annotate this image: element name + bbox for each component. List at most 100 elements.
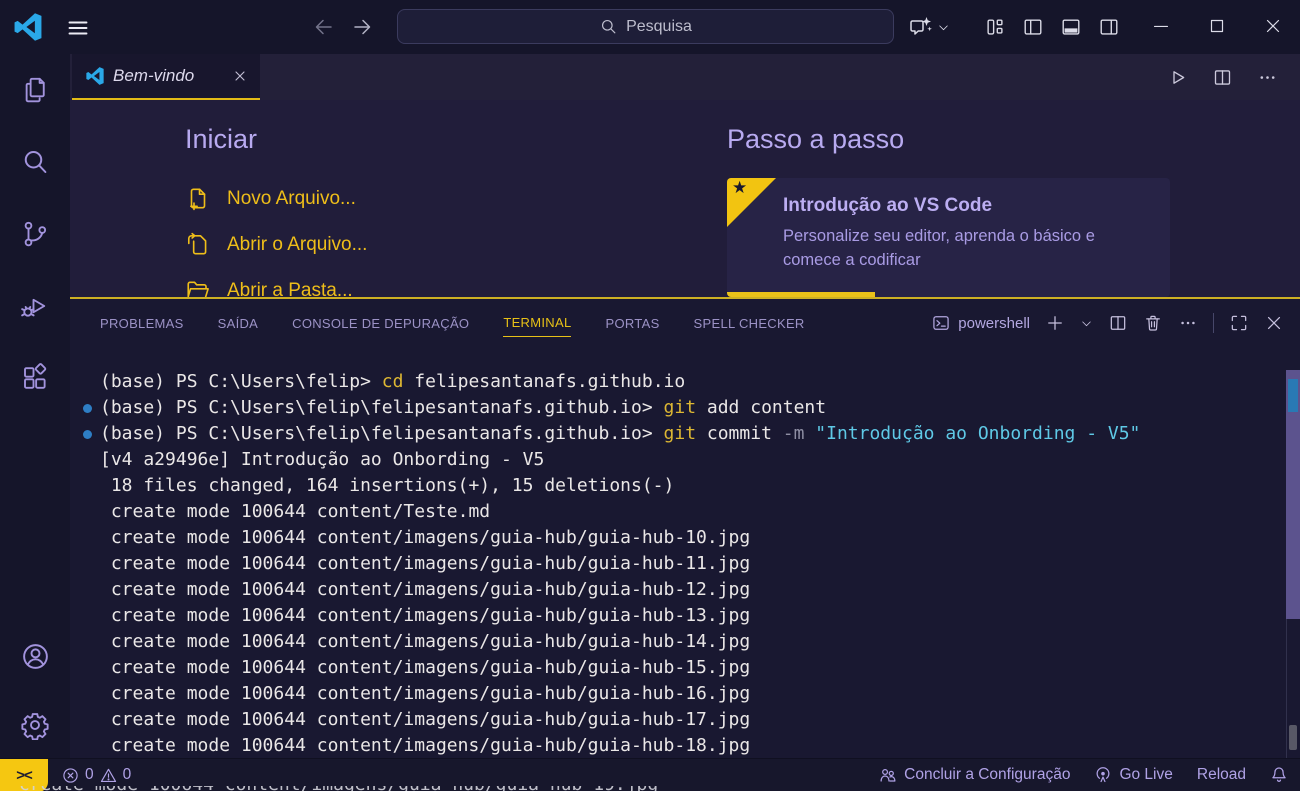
warnings-icon — [100, 767, 117, 784]
start-link-label: Abrir a Pasta... — [227, 280, 353, 297]
toggle-primary-sidebar-icon[interactable] — [1022, 16, 1044, 38]
start-link-label: Abrir o Arquivo... — [227, 234, 367, 256]
terminal-text-segment: create mode 100644 content/Teste.md — [100, 501, 490, 522]
secondary-scrollbar-thumb[interactable] — [1289, 725, 1297, 750]
terminal-line: (base) PS C:\Users\felip\felipesantanafs… — [100, 395, 1300, 421]
more-actions-icon[interactable] — [1257, 67, 1278, 88]
source-control-icon[interactable] — [0, 198, 70, 270]
terminal-line: create mode 100644 content/imagens/guia-… — [100, 551, 1300, 577]
title-bar: Pesquisa — [0, 0, 1300, 54]
maximize-panel-icon[interactable] — [1229, 313, 1249, 333]
problems-status[interactable]: 0 0 — [62, 766, 131, 784]
terminal-text-segment: cd — [382, 371, 404, 392]
clipped-terminal-line: create mode 100644 content/imagens/guia-… — [8, 786, 768, 791]
broadcast-icon — [1094, 766, 1112, 784]
tab-bem-vindo[interactable]: Bem-vindo — [72, 54, 260, 100]
featured-ribbon: ★ — [727, 178, 776, 227]
kill-terminal-trash-icon[interactable] — [1143, 313, 1163, 333]
command-decoration-dot[interactable] — [83, 404, 92, 413]
terminal-line: (base) PS C:\Users\felip> cd felipesanta… — [100, 369, 1300, 395]
start-link-label: Novo Arquivo... — [227, 188, 356, 210]
notifications-bell-icon[interactable] — [1270, 766, 1288, 784]
close-panel-icon[interactable] — [1264, 313, 1284, 333]
start-links: Novo Arquivo... Abrir o Arquivo... Abrir… — [185, 176, 367, 297]
open-file-link[interactable]: Abrir o Arquivo... — [185, 222, 367, 268]
organization-icon — [879, 766, 897, 784]
panel-more-actions-icon[interactable] — [1178, 313, 1198, 333]
reload-button[interactable]: Reload — [1197, 766, 1246, 784]
panel-tab-saida[interactable]: SAÍDA — [218, 310, 259, 337]
terminal-output[interactable]: (base) PS C:\Users\felip> cd felipesanta… — [70, 347, 1300, 758]
finish-setup-label: Concluir a Configuração — [904, 766, 1070, 784]
run-file-icon[interactable] — [1167, 67, 1188, 88]
terminal-line: create mode 100644 content/imagens/guia-… — [100, 707, 1300, 733]
terminal-text-segment: create mode 100644 content/imagens/guia-… — [100, 579, 750, 600]
terminal-line: create mode 100644 content/imagens/guia-… — [100, 603, 1300, 629]
editor-tab-bar: Bem-vindo — [70, 54, 1300, 100]
terminal-text-segment: create mode 100644 content/imagens/guia-… — [100, 527, 750, 548]
errors-icon — [62, 767, 79, 784]
terminal-text-segment: commit — [696, 423, 783, 444]
extensions-icon[interactable] — [0, 342, 70, 414]
toggle-secondary-sidebar-icon[interactable] — [1098, 16, 1120, 38]
terminal-text-segment: "Introdução ao Onbording - V5" — [815, 423, 1140, 444]
panel-header: PROBLEMAS SAÍDA CONSOLE DE DEPURAÇÃO TER… — [70, 299, 1300, 347]
back-icon[interactable] — [312, 15, 336, 39]
welcome-page: Iniciar Novo Arquivo... Abrir o Arquivo.… — [70, 100, 1300, 297]
panel-tab-console-de-depuracao[interactable]: CONSOLE DE DEPURAÇÃO — [292, 310, 469, 337]
panel-tab-terminal[interactable]: TERMINAL — [503, 309, 571, 337]
panel-tab-portas[interactable]: PORTAS — [605, 310, 659, 337]
walkthrough-card-description: Personalize seu editor, aprenda o básico… — [783, 224, 1153, 272]
account-icon[interactable] — [0, 620, 70, 692]
reload-label: Reload — [1197, 766, 1246, 784]
split-editor-icon[interactable] — [1212, 67, 1233, 88]
chevron-down-icon[interactable] — [937, 21, 950, 34]
terminal-icon — [931, 313, 951, 333]
terminal-text-segment: (base) PS C:\Users\felip\felipesantanafs… — [100, 423, 664, 444]
start-section-title: Iniciar — [185, 124, 257, 155]
terminal-text-segment — [804, 423, 815, 444]
close-window-button[interactable] — [1262, 15, 1284, 37]
walkthrough-card[interactable]: ★ Introdução ao VS Code Personalize seu … — [727, 178, 1170, 297]
open-folder-icon — [185, 278, 211, 297]
customize-layout-icon[interactable] — [984, 16, 1006, 38]
terminal-dropdown-chevron-icon[interactable] — [1080, 317, 1093, 330]
panel-tab-problemas[interactable]: PROBLEMAS — [100, 310, 184, 337]
minimize-button[interactable] — [1150, 15, 1172, 37]
copilot-chat-icon[interactable] — [909, 15, 950, 39]
run-debug-icon[interactable] — [0, 270, 70, 342]
search-input[interactable]: Pesquisa — [397, 9, 894, 44]
new-file-link[interactable]: Novo Arquivo... — [185, 176, 367, 222]
open-folder-link[interactable]: Abrir a Pasta... — [185, 268, 367, 297]
terminal-text-segment: add content — [696, 397, 826, 418]
terminal-line: create mode 100644 content/imagens/guia-… — [100, 681, 1300, 707]
remote-icon: >< — [16, 767, 32, 784]
forward-icon[interactable] — [350, 15, 374, 39]
panel-tab-spell-checker[interactable]: SPELL CHECKER — [694, 310, 805, 337]
status-bar-right: Concluir a Configuração Go Live Reload — [879, 766, 1288, 784]
terminal-line: 18 files changed, 164 insertions(+), 15 … — [100, 473, 1300, 499]
walkthrough-section-title: Passo a passo — [727, 124, 904, 155]
tab-label: Bem-vindo — [113, 66, 223, 86]
toggle-panel-icon[interactable] — [1060, 16, 1082, 38]
tab-close-icon[interactable] — [232, 68, 248, 84]
menu-hamburger-icon[interactable] — [66, 16, 90, 40]
settings-gear-icon[interactable] — [0, 692, 70, 758]
split-terminal-icon[interactable] — [1108, 313, 1128, 333]
terminal-text-segment: [v4 a29496e] Introdução ao Onbording - V… — [100, 449, 544, 470]
search-sidebar-icon[interactable] — [0, 126, 70, 198]
bottom-panel: PROBLEMAS SAÍDA CONSOLE DE DEPURAÇÃO TER… — [70, 297, 1300, 758]
explorer-icon[interactable] — [0, 54, 70, 126]
warnings-count: 0 — [123, 766, 132, 784]
command-decoration-dot[interactable] — [83, 430, 92, 439]
terminal-shell-selector[interactable]: powershell — [931, 313, 1030, 333]
maximize-button[interactable] — [1206, 15, 1228, 37]
panel-tabs: PROBLEMAS SAÍDA CONSOLE DE DEPURAÇÃO TER… — [70, 309, 805, 337]
terminal-text-segment: (base) PS C:\Users\felip> — [100, 371, 382, 392]
new-terminal-icon[interactable] — [1045, 313, 1065, 333]
terminal-line: create mode 100644 content/imagens/guia-… — [100, 629, 1300, 655]
terminal-line: [v4 a29496e] Introdução ao Onbording - V… — [100, 447, 1300, 473]
go-live-button[interactable]: Go Live — [1094, 766, 1172, 784]
terminal-text-segment: create mode 100644 content/imagens/guia-… — [100, 657, 750, 678]
finish-setup-button[interactable]: Concluir a Configuração — [879, 766, 1070, 784]
